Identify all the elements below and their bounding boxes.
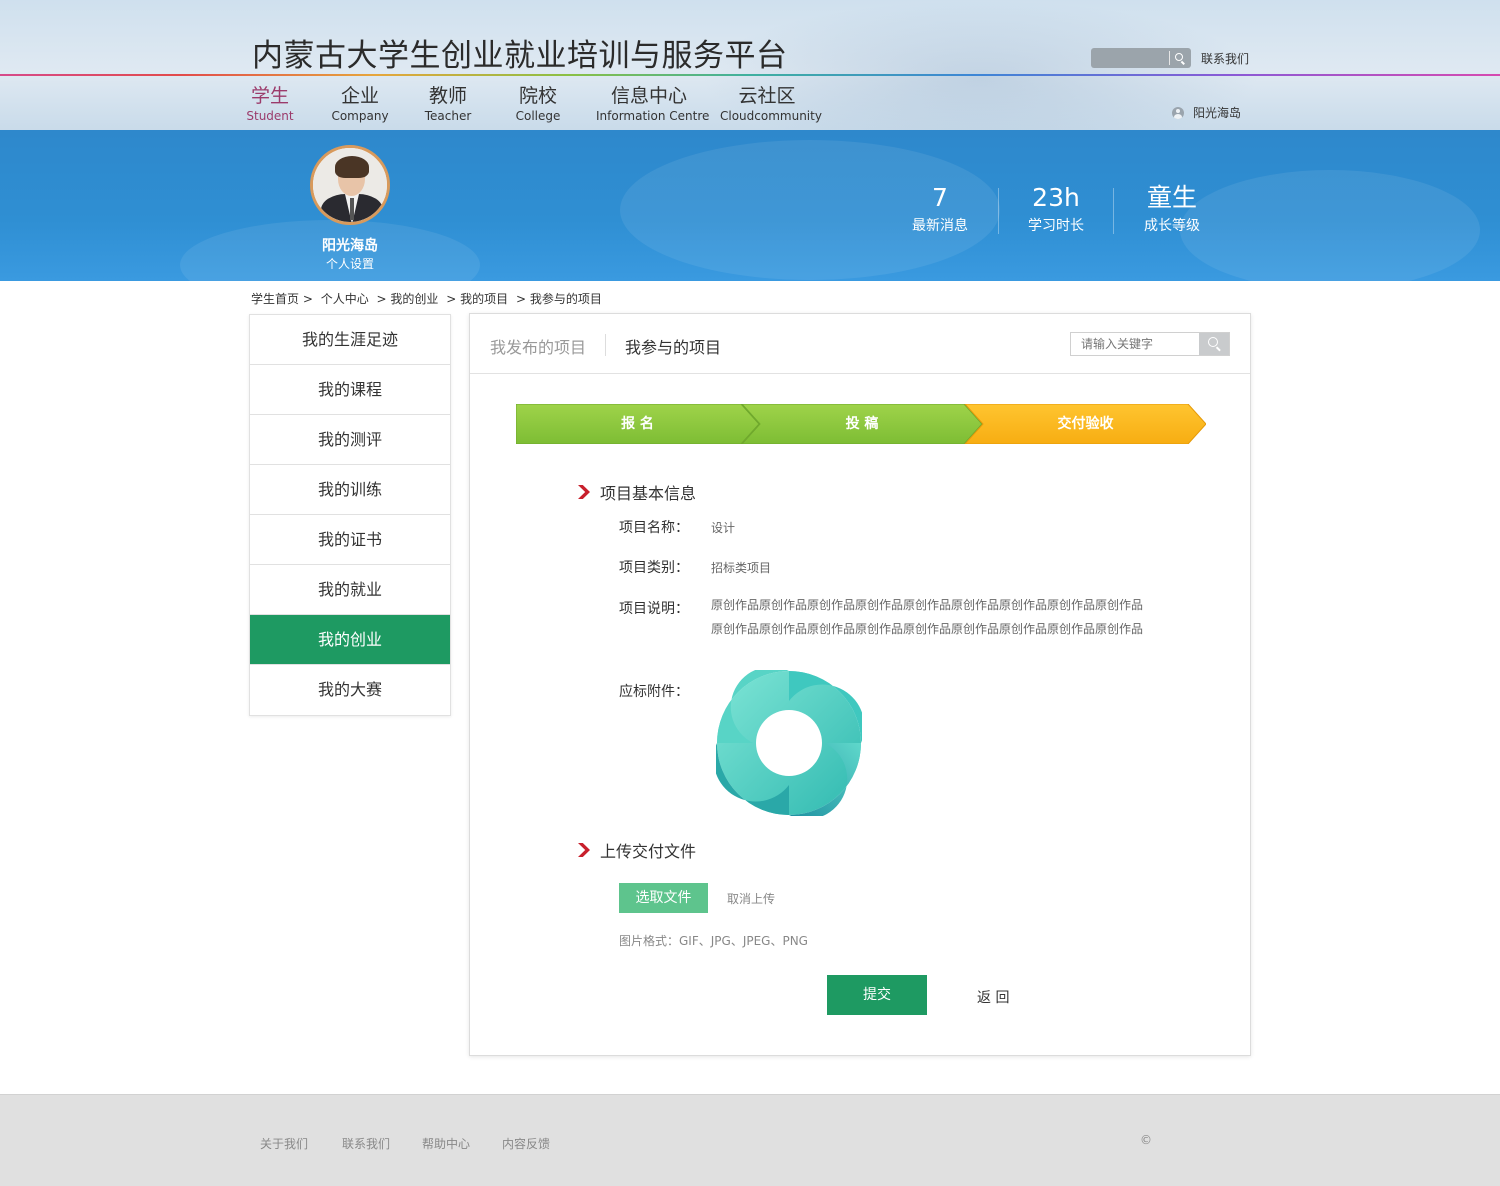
profile-name: 阳光海岛: [322, 238, 378, 254]
header-user[interactable]: 阳光海岛: [1172, 104, 1241, 121]
choose-file-button[interactable]: 选取文件: [619, 883, 708, 913]
project-tabs: 我发布的项目 我参与的项目: [470, 314, 1250, 374]
profile-banner: [0, 130, 1500, 281]
project-desc-line: 原创作品原创作品原创作品原创作品原创作品原创作品原创作品原创作品原创作品: [711, 622, 1144, 636]
nav-label-cn: 教师: [428, 85, 467, 107]
sidebar-item-certificates[interactable]: 我的证书: [250, 515, 450, 565]
nav-label-en: Cloudcommunity: [720, 109, 822, 123]
tab-published-projects[interactable]: 我发布的项目: [490, 334, 586, 358]
stat-divider: [1113, 188, 1114, 234]
image-format-note: 图片格式：GIF、JPG、JPEG、PNG: [619, 934, 808, 948]
breadcrumb-item[interactable]: 个人中心: [321, 292, 369, 306]
nav-label-en: College: [515, 109, 561, 123]
breadcrumb-item[interactable]: > 我的创业: [377, 292, 439, 306]
sidebar-item-career-footprint[interactable]: 我的生涯足迹: [250, 315, 450, 365]
sidebar-item-assessments[interactable]: 我的测评: [250, 415, 450, 465]
progress-steps: 报 名 投 稿 交付验收: [516, 404, 1206, 444]
stat-study-time[interactable]: 23h 学习时长: [1006, 183, 1106, 235]
sidebar-item-courses[interactable]: 我的课程: [250, 365, 450, 415]
submit-button[interactable]: 提交: [827, 975, 927, 1015]
nav-label-en: Teacher: [424, 109, 472, 123]
footer-link-contact[interactable]: 联系我们: [342, 1135, 390, 1152]
project-type-label: 项目类别：: [619, 560, 689, 576]
breadcrumb-item[interactable]: 学生首页 >: [251, 292, 313, 306]
section-title: 上传交付文件: [600, 842, 697, 861]
search-button[interactable]: [1199, 333, 1229, 355]
site-footer: 关于我们 联系我们 帮助中心 内容反馈 ©: [0, 1094, 1500, 1186]
nav-label-cn: 云社区: [738, 85, 796, 107]
keyword-search: [1070, 332, 1230, 356]
footer-link-about[interactable]: 关于我们: [260, 1135, 308, 1152]
banner-cloud-decoration: [1180, 170, 1480, 281]
attachment-logo-image[interactable]: [716, 670, 862, 816]
contact-us-link[interactable]: 联系我们: [1201, 50, 1249, 67]
header-rainbow-divider: [0, 74, 1500, 76]
search-icon: [1208, 337, 1218, 347]
stat-label: 学习时长: [1028, 218, 1084, 234]
nav-label-cn: 学生: [250, 85, 289, 107]
stat-growth-level[interactable]: 童生 成长等级: [1122, 183, 1222, 235]
avatar[interactable]: [310, 145, 390, 225]
breadcrumb-item: > 我参与的项目: [515, 292, 602, 306]
section-upload: 上传交付文件: [578, 838, 696, 862]
stat-label: 最新消息: [912, 218, 968, 234]
nav-label-cn: 院校: [518, 85, 557, 107]
user-icon: [1172, 106, 1184, 119]
stat-value: 7: [932, 183, 948, 212]
stat-label: 成长等级: [1144, 218, 1200, 234]
search-icon[interactable]: [1169, 51, 1185, 65]
tab-participated-projects[interactable]: 我参与的项目: [625, 334, 721, 358]
copyright: ©: [1140, 1133, 1152, 1147]
project-name-value: 设计: [711, 521, 736, 535]
project-panel: 我发布的项目 我参与的项目 报 名 投 稿: [469, 313, 1251, 1056]
breadcrumb: 学生首页 > 个人中心 > 我的创业 > 我的项目 > 我参与的项目: [251, 290, 606, 307]
project-desc-label: 项目说明：: [619, 601, 689, 617]
nav-item-information-centre[interactable]: 信息中心 Information Centre: [596, 84, 710, 123]
header-search[interactable]: [1091, 48, 1191, 68]
nav-label-en: Company: [331, 109, 389, 123]
nav-item-student[interactable]: 学生 Student: [240, 84, 300, 123]
sidebar-item-employment[interactable]: 我的就业: [250, 565, 450, 615]
project-name-label: 项目名称：: [619, 520, 689, 536]
stat-value: 童生: [1146, 183, 1197, 212]
site-header: 内蒙古大学生创业就业培训与服务平台 联系我们 学生 Student 企业 Com…: [0, 0, 1500, 130]
nav-item-cloudcommunity[interactable]: 云社区 Cloudcommunity: [720, 84, 822, 123]
footer-link-feedback[interactable]: 内容反馈: [502, 1135, 550, 1152]
site-title: 内蒙古大学生创业就业培训与服务平台: [252, 38, 788, 74]
project-type-value: 招标类项目: [711, 561, 772, 575]
search-input[interactable]: [1071, 333, 1200, 355]
chevron-right-icon: [578, 485, 590, 499]
nav-item-college[interactable]: 院校 College: [508, 84, 568, 123]
footer-link-help[interactable]: 帮助中心: [422, 1135, 470, 1152]
section-basic-info: 项目基本信息: [578, 480, 696, 504]
stat-divider: [998, 188, 999, 234]
nav-label-cn: 信息中心: [610, 85, 687, 107]
nav-label-cn: 企业: [340, 85, 379, 107]
nav-item-teacher[interactable]: 教师 Teacher: [418, 84, 478, 123]
sidebar-item-competitions[interactable]: 我的大赛: [250, 665, 450, 715]
tab-divider: [605, 334, 606, 356]
step-register: 报 名: [621, 416, 654, 432]
nav-item-company[interactable]: 企业 Company: [329, 84, 391, 123]
section-title: 项目基本信息: [600, 484, 697, 503]
stat-messages[interactable]: 7 最新消息: [890, 183, 990, 235]
project-desc-value: 原创作品原创作品原创作品原创作品原创作品原创作品原创作品原创作品原创作品 原创作…: [711, 593, 1161, 641]
cancel-upload-link[interactable]: 取消上传: [727, 890, 775, 907]
step-submit-draft: 投 稿: [845, 416, 879, 432]
back-link[interactable]: 返 回: [977, 987, 1009, 1007]
sidebar: 我的生涯足迹 我的课程 我的测评 我的训练 我的证书 我的就业 我的创业 我的大…: [249, 314, 451, 716]
attachment-label: 应标附件：: [619, 684, 689, 700]
chevron-right-icon: [578, 843, 590, 857]
nav-label-en: Student: [246, 109, 294, 123]
sidebar-item-entrepreneurship[interactable]: 我的创业: [250, 615, 450, 665]
profile-settings-link[interactable]: 个人设置: [300, 255, 400, 272]
project-desc-line: 原创作品原创作品原创作品原创作品原创作品原创作品原创作品原创作品原创作品: [711, 598, 1144, 612]
sidebar-item-training[interactable]: 我的训练: [250, 465, 450, 515]
header-username: 阳光海岛: [1193, 106, 1242, 120]
nav-label-en: Information Centre: [596, 109, 710, 123]
breadcrumb-item[interactable]: > 我的项目: [446, 292, 508, 306]
step-delivery-acceptance: 交付验收: [1057, 416, 1114, 432]
stat-value: 23h: [1032, 183, 1080, 212]
